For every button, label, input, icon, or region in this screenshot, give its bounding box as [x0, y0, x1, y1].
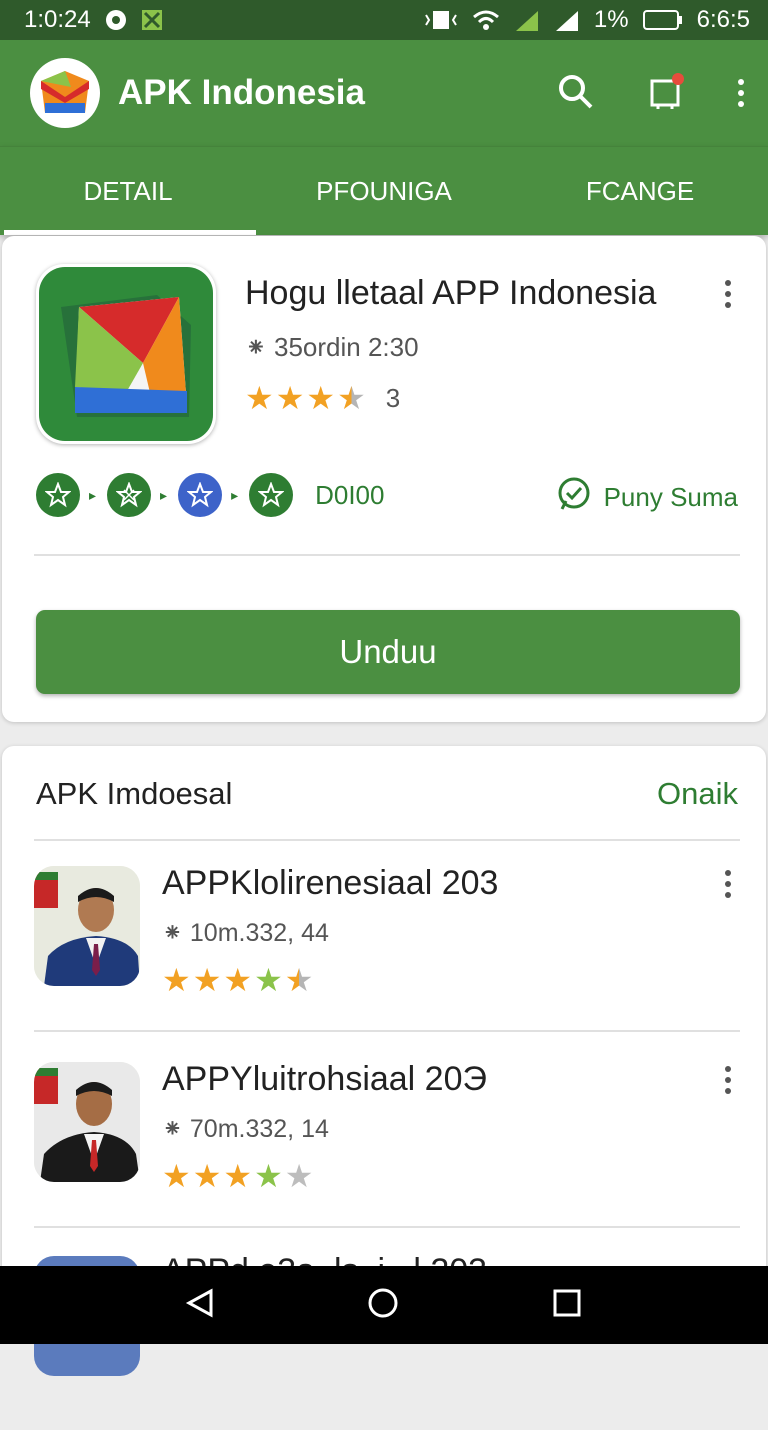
- app-logo: [30, 58, 100, 128]
- home-icon[interactable]: [366, 1286, 400, 1325]
- status-bar: 1:0:24 1% 6:6:5: [0, 0, 768, 40]
- star-badge-icon: [249, 473, 294, 517]
- star-icon: ★: [306, 380, 336, 416]
- app-meta: ⁕ 35ordin 2:30: [245, 332, 419, 362]
- arrow-icon: ▸: [231, 486, 239, 503]
- review-link[interactable]: Puny Suma: [556, 477, 738, 518]
- badges-label: D0I00: [315, 479, 385, 510]
- section-title: APK Imdoesal: [36, 776, 233, 811]
- half-star-icon: ★: [284, 962, 314, 998]
- item-options-icon[interactable]: [725, 1066, 731, 1094]
- list-item[interactable]: APPKlolirenesiaal 203 ⁕ 10m.332, 44 ★ ★ …: [2, 842, 766, 1038]
- divider: [34, 839, 740, 841]
- vibrate-icon: [424, 9, 458, 31]
- signal-icon-2: [554, 9, 580, 31]
- list-item-meta: ⁕ 10m.332, 44: [162, 919, 329, 947]
- blue-star-badge-icon: [178, 473, 223, 517]
- list-item-rating: ★ ★ ★ ★ ★: [162, 1160, 315, 1192]
- arrow-icon: ▸: [89, 486, 97, 503]
- star-icon: ★: [162, 962, 191, 998]
- recents-icon[interactable]: [551, 1287, 583, 1324]
- app-thumbnail: [34, 866, 140, 986]
- list-item-title: APPYluitrohsiaal 20Э: [162, 1060, 487, 1098]
- wifi-icon: [472, 9, 500, 31]
- star-icon: ★: [275, 380, 305, 416]
- star-outline-badge-icon: [107, 473, 152, 517]
- app-bar: APK Indonesia: [0, 40, 768, 146]
- star-icon: ★: [245, 380, 274, 416]
- app-name: Hogu lletaal APP Indonesia: [245, 274, 657, 312]
- star-icon: ★: [254, 962, 283, 998]
- badge-row: ▸ ▸ ▸ D0I00: [36, 473, 384, 517]
- arrow-icon: ▸: [160, 486, 168, 503]
- tab-fcange[interactable]: FCANGE: [512, 147, 768, 235]
- navigation-bar: [0, 1266, 768, 1344]
- tab-pfouniga[interactable]: PFOUNIGA: [256, 147, 512, 235]
- star-icon: ★: [162, 1158, 191, 1194]
- battery-icon: [642, 9, 683, 31]
- divider: [34, 1226, 740, 1228]
- app-options-icon[interactable]: [725, 280, 731, 308]
- app-thumbnail: [34, 1062, 140, 1182]
- notification-icon: [105, 9, 127, 31]
- more-options-icon[interactable]: [738, 79, 744, 107]
- star-icon: ★: [223, 1158, 253, 1194]
- star-icon: ★: [192, 962, 222, 998]
- star-icon: ★: [223, 962, 253, 998]
- tab-detail[interactable]: DETAIL: [0, 147, 256, 235]
- list-item[interactable]: APPYluitrohsiaal 20Э ⁕ 70m.332, 14 ★ ★ ★…: [2, 1038, 766, 1234]
- related-apps-card: APK Imdoesal Onaik APPKlolirenesiaal 203…: [2, 746, 766, 1376]
- search-icon[interactable]: [556, 72, 594, 115]
- download-button[interactable]: Unduu: [36, 610, 740, 694]
- app-detail-card: Hogu lletaal APP Indonesia ⁕ 35ordin 2:3…: [2, 236, 766, 722]
- status-clock: 6:6:5: [696, 6, 750, 33]
- star-icon: ★: [192, 1158, 222, 1194]
- signal-icon: [514, 9, 540, 31]
- tab-bar: DETAIL PFOUNIGA FCANGE: [0, 146, 768, 235]
- divider: [34, 554, 740, 556]
- rating-count: 3: [385, 382, 401, 413]
- empty-star-icon: ★: [284, 1158, 314, 1194]
- half-star-icon: ★: [337, 380, 366, 416]
- chat-check-icon: [556, 477, 592, 518]
- star-icon: ★: [254, 1158, 283, 1194]
- section-more-link[interactable]: Onaik: [657, 776, 738, 812]
- app-rating: ★ ★ ★ ★ 3: [245, 382, 400, 414]
- notification-bell-icon[interactable]: [646, 71, 686, 116]
- app-icon: [36, 264, 216, 444]
- status-time: 1:0:24: [24, 6, 91, 33]
- app-title: APK Indonesia: [118, 73, 365, 112]
- review-label: Puny Suma: [603, 482, 738, 512]
- list-item-rating: ★ ★ ★ ★ ★: [162, 964, 315, 996]
- battery-percent: 1%: [593, 6, 629, 33]
- item-options-icon[interactable]: [725, 870, 731, 898]
- list-item-meta: ⁕ 70m.332, 14: [162, 1115, 329, 1143]
- list-item-title: APPKlolirenesiaal 203: [162, 864, 499, 902]
- divider: [34, 1030, 740, 1032]
- star-badge-icon: [36, 473, 80, 517]
- gallery-icon: [141, 9, 163, 31]
- back-icon[interactable]: [185, 1287, 215, 1324]
